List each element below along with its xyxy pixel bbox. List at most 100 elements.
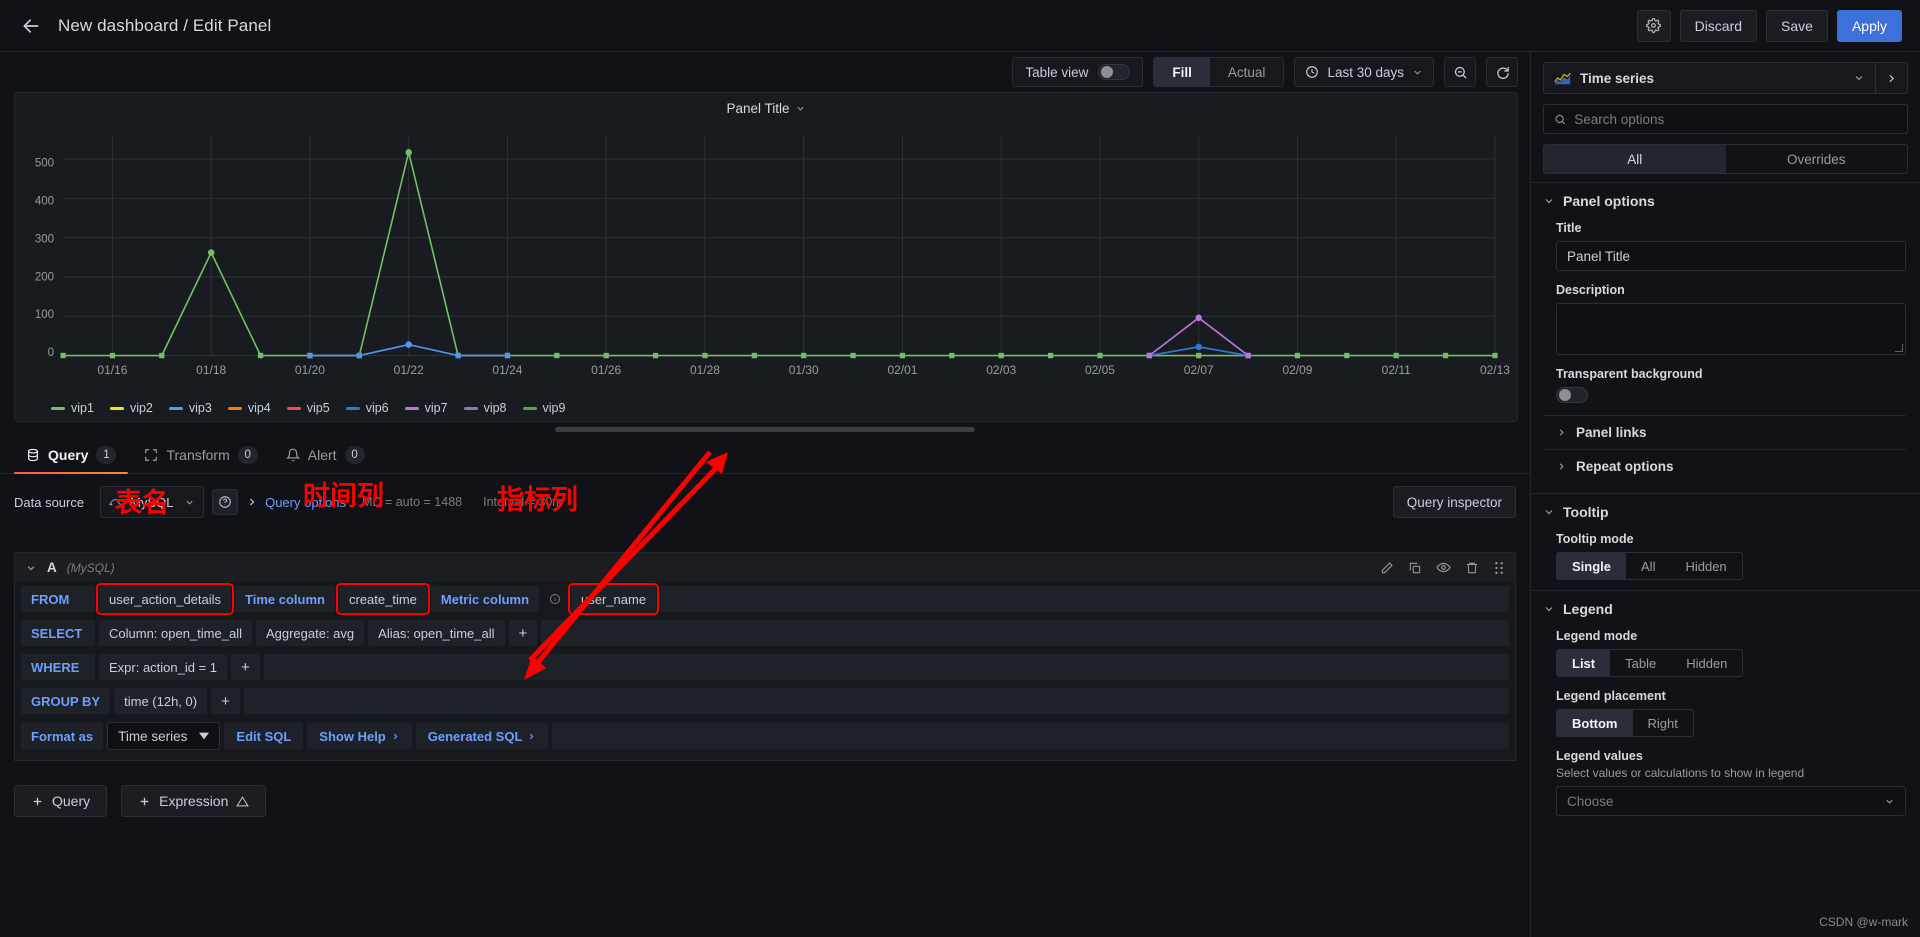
data-source-help-button[interactable] bbox=[212, 489, 238, 515]
breadcrumb[interactable]: New dashboard / Edit Panel bbox=[58, 16, 271, 36]
legend-item[interactable]: vip7 bbox=[405, 401, 448, 415]
legend-item[interactable]: vip5 bbox=[287, 401, 330, 415]
resize-thumb[interactable] bbox=[555, 427, 975, 432]
time-range-picker[interactable]: Last 30 days bbox=[1294, 57, 1434, 87]
chart-area[interactable]: 010020030040050001/1601/1801/2001/2201/2… bbox=[15, 123, 1517, 395]
legend-item[interactable]: vip2 bbox=[110, 401, 153, 415]
group-legend-header[interactable]: Legend bbox=[1543, 601, 1906, 617]
group-legend: Legend Legend mode List Table Hidden Leg… bbox=[1531, 590, 1920, 826]
sql-builder: FROMuser_action_detailsTime columncreate… bbox=[14, 582, 1516, 761]
data-source-label: Data source bbox=[14, 495, 92, 510]
sql-field-value[interactable]: Alias: open_time_all bbox=[368, 620, 504, 646]
legend-mode-hidden[interactable]: Hidden bbox=[1671, 650, 1742, 676]
add-expression-button[interactable]: Expression bbox=[121, 785, 266, 817]
legend-values-select[interactable]: Choose bbox=[1556, 786, 1906, 816]
tooltip-mode-label: Tooltip mode bbox=[1556, 532, 1906, 546]
add-cell-button[interactable]: + bbox=[509, 620, 538, 646]
chevron-right-icon bbox=[527, 732, 536, 741]
legend-mode-table[interactable]: Table bbox=[1610, 650, 1671, 676]
panel-resize-handle[interactable] bbox=[0, 422, 1530, 436]
panel-title-input[interactable]: Panel Title bbox=[1556, 241, 1906, 271]
apply-button[interactable]: Apply bbox=[1837, 10, 1902, 42]
transparent-background-toggle[interactable] bbox=[1556, 387, 1588, 403]
svg-text:01/22: 01/22 bbox=[394, 363, 424, 377]
tab-overrides[interactable]: Overrides bbox=[1726, 145, 1908, 173]
search-options-box[interactable] bbox=[1543, 104, 1908, 134]
legend-item[interactable]: vip8 bbox=[464, 401, 507, 415]
visualization-picker-button[interactable]: Time series bbox=[1544, 63, 1875, 93]
svg-text:02/05: 02/05 bbox=[1085, 363, 1115, 377]
legend-item[interactable]: vip9 bbox=[523, 401, 566, 415]
legend-label: vip3 bbox=[189, 401, 212, 415]
format-as-select[interactable]: Time series bbox=[107, 722, 220, 750]
collapse-options-button[interactable] bbox=[1875, 63, 1907, 93]
tooltip-mode-hidden[interactable]: Hidden bbox=[1670, 553, 1741, 579]
actual-option[interactable]: Actual bbox=[1210, 58, 1284, 86]
copy-icon[interactable] bbox=[1408, 561, 1422, 575]
fill-option[interactable]: Fill bbox=[1154, 58, 1210, 86]
chevron-right-icon bbox=[246, 496, 258, 508]
repeat-options-section[interactable]: Repeat options bbox=[1543, 449, 1906, 483]
sql-field-value[interactable]: user_action_details bbox=[99, 586, 231, 612]
tooltip-mode-single[interactable]: Single bbox=[1557, 553, 1626, 579]
sql-field-value[interactable]: user_name bbox=[571, 586, 656, 612]
sql-field-label[interactable]: Metric column bbox=[431, 586, 539, 612]
chevron-down-icon[interactable] bbox=[25, 562, 37, 574]
add-cell-button[interactable]: + bbox=[211, 688, 240, 714]
panel-links-section[interactable]: Panel links bbox=[1543, 415, 1906, 449]
tab-all-options[interactable]: All bbox=[1544, 145, 1726, 173]
legend-item[interactable]: vip4 bbox=[228, 401, 271, 415]
sql-field-value[interactable]: Expr: action_id = 1 bbox=[99, 654, 227, 680]
refresh-button[interactable] bbox=[1486, 57, 1518, 87]
legend-placement-right[interactable]: Right bbox=[1633, 710, 1693, 736]
generated-sql-button[interactable]: Generated SQL bbox=[416, 723, 549, 749]
table-view-toggle[interactable] bbox=[1098, 64, 1130, 80]
query-inspector-button[interactable]: Query inspector bbox=[1393, 486, 1516, 518]
dashboard-settings-button[interactable] bbox=[1637, 10, 1671, 42]
tooltip-mode-all[interactable]: All bbox=[1626, 553, 1670, 579]
group-panel-options-header[interactable]: Panel options bbox=[1543, 193, 1906, 209]
edit-sql-button[interactable]: Edit SQL bbox=[224, 723, 303, 749]
sql-field-value[interactable]: Column: open_time_all bbox=[99, 620, 252, 646]
drag-handle-icon[interactable] bbox=[1493, 561, 1505, 575]
sql-row-from: FROMuser_action_detailsTime columncreate… bbox=[15, 582, 1515, 616]
legend-label: vip6 bbox=[366, 401, 389, 415]
back-button[interactable] bbox=[14, 9, 48, 43]
eye-icon[interactable] bbox=[1436, 560, 1451, 575]
search-options-input[interactable] bbox=[1574, 112, 1897, 127]
options-scroll-area[interactable]: Panel options Title Panel Title Descript… bbox=[1531, 182, 1920, 937]
query-options-toggle[interactable]: Query options MD = auto = 1488 Interval … bbox=[246, 495, 563, 510]
info-icon bbox=[543, 586, 567, 612]
sql-field-value[interactable]: create_time bbox=[339, 586, 427, 612]
tab-alert-label: Alert bbox=[308, 447, 337, 463]
panel-description-textarea[interactable] bbox=[1556, 303, 1906, 355]
tab-query[interactable]: Query 1 bbox=[14, 436, 128, 473]
legend-mode-list[interactable]: List bbox=[1557, 650, 1610, 676]
zoom-out-button[interactable] bbox=[1444, 57, 1476, 87]
add-cell-button[interactable]: + bbox=[231, 654, 260, 680]
add-query-button[interactable]: Query bbox=[14, 785, 107, 817]
tab-alert[interactable]: Alert 0 bbox=[274, 436, 377, 473]
panel-title-menu[interactable]: Panel Title bbox=[15, 93, 1517, 123]
legend-item[interactable]: vip3 bbox=[169, 401, 212, 415]
discard-button[interactable]: Discard bbox=[1680, 10, 1757, 42]
show-help-button[interactable]: Show Help bbox=[307, 723, 411, 749]
clock-icon bbox=[1305, 65, 1319, 79]
sql-field-value[interactable]: Aggregate: avg bbox=[256, 620, 364, 646]
legend-item[interactable]: vip6 bbox=[346, 401, 389, 415]
table-view-switch[interactable]: Table view bbox=[1012, 57, 1143, 87]
group-tooltip-title: Tooltip bbox=[1563, 504, 1609, 520]
save-button[interactable]: Save bbox=[1766, 10, 1828, 42]
sql-field-value[interactable]: time (12h, 0) bbox=[114, 688, 207, 714]
trash-icon[interactable] bbox=[1465, 561, 1479, 575]
query-refid[interactable]: A bbox=[47, 560, 57, 575]
sql-keyword: WHERE bbox=[21, 654, 95, 680]
legend-placement-bottom[interactable]: Bottom bbox=[1557, 710, 1633, 736]
sql-field-label[interactable]: Time column bbox=[235, 586, 335, 612]
all-overrides-tabs: All Overrides bbox=[1543, 144, 1908, 174]
data-source-picker[interactable]: MySQL bbox=[100, 486, 204, 518]
pencil-icon[interactable] bbox=[1380, 561, 1394, 575]
group-tooltip-header[interactable]: Tooltip bbox=[1543, 504, 1906, 520]
tab-transform[interactable]: Transform 0 bbox=[132, 436, 269, 473]
legend-item[interactable]: vip1 bbox=[51, 401, 94, 415]
